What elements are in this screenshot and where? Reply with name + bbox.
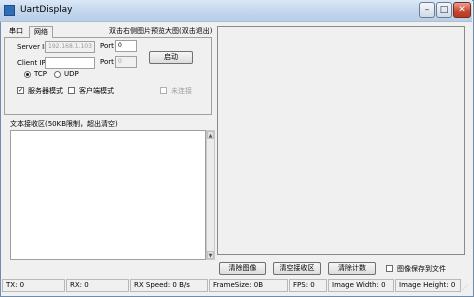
client-port-label: Port	[100, 58, 114, 66]
close-button[interactable]: ✕	[453, 2, 471, 18]
receive-area-label: 文本接收区(50KB限制，超出清空)	[10, 120, 118, 128]
tcp-label: TCP	[34, 70, 47, 78]
udp-radio[interactable]	[54, 71, 61, 78]
maximize-button[interactable]: □	[436, 2, 452, 18]
client-ip-label: Client IP	[17, 59, 46, 67]
client-port-field[interactable]: 0	[115, 56, 137, 68]
server-ip-field[interactable]: 192.168.1.103	[45, 41, 95, 53]
clear-image-button[interactable]: 清除图像	[219, 262, 266, 275]
server-mode-label: 服务器模式	[28, 87, 63, 95]
preview-hint: 双击右侧图片预览大图(双击退出)	[109, 27, 213, 35]
status-tx: TX: 0	[2, 279, 65, 292]
clear-receive-button[interactable]: 清空接收区	[273, 262, 321, 275]
save-image-label: 图像保存到文件	[397, 265, 446, 273]
clear-count-button[interactable]: 清除计数	[328, 262, 376, 275]
disconnected-label: 未连接	[171, 87, 192, 95]
udp-label: UDP	[64, 70, 79, 78]
scroll-up-icon[interactable]: ▲	[207, 131, 214, 139]
status-image-width: Image Width: 0	[328, 279, 394, 292]
server-mode-checkbox[interactable]: ✓	[17, 87, 24, 94]
status-frame-size: FrameSize: 0B	[209, 279, 288, 292]
status-bar: TX: 0 RX: 0 RX Speed: 0 B/s FrameSize: 0…	[2, 279, 472, 293]
tab-network[interactable]: 网络	[29, 26, 53, 38]
status-image-height: Image Height: 0	[395, 279, 461, 292]
server-port-label: Port	[100, 42, 114, 50]
minimize-button[interactable]: –	[419, 2, 435, 18]
scroll-down-icon[interactable]: ▼	[207, 251, 214, 259]
start-button[interactable]: 启动	[149, 51, 193, 64]
server-ip-label: Server IP	[17, 43, 49, 51]
server-port-field[interactable]: 0	[115, 40, 137, 52]
tcp-radio[interactable]	[24, 71, 31, 78]
image-preview-panel[interactable]	[217, 26, 465, 255]
receive-textarea[interactable]	[10, 130, 206, 260]
resize-grip-icon[interactable]: ⋰	[462, 284, 470, 292]
client-ip-field[interactable]	[45, 57, 95, 69]
save-image-checkbox[interactable]	[386, 265, 393, 272]
app-icon	[4, 5, 15, 16]
status-fps: FPS: 0	[289, 279, 327, 292]
client-mode-checkbox[interactable]	[68, 87, 75, 94]
disconnected-checkbox[interactable]	[160, 87, 167, 94]
status-rx-speed: RX Speed: 0 B/s	[130, 279, 208, 292]
client-mode-label: 客户端模式	[79, 87, 114, 95]
receive-scrollbar[interactable]	[206, 130, 215, 260]
window-title: UartDisplay	[20, 5, 73, 15]
status-rx: RX: 0	[66, 279, 129, 292]
